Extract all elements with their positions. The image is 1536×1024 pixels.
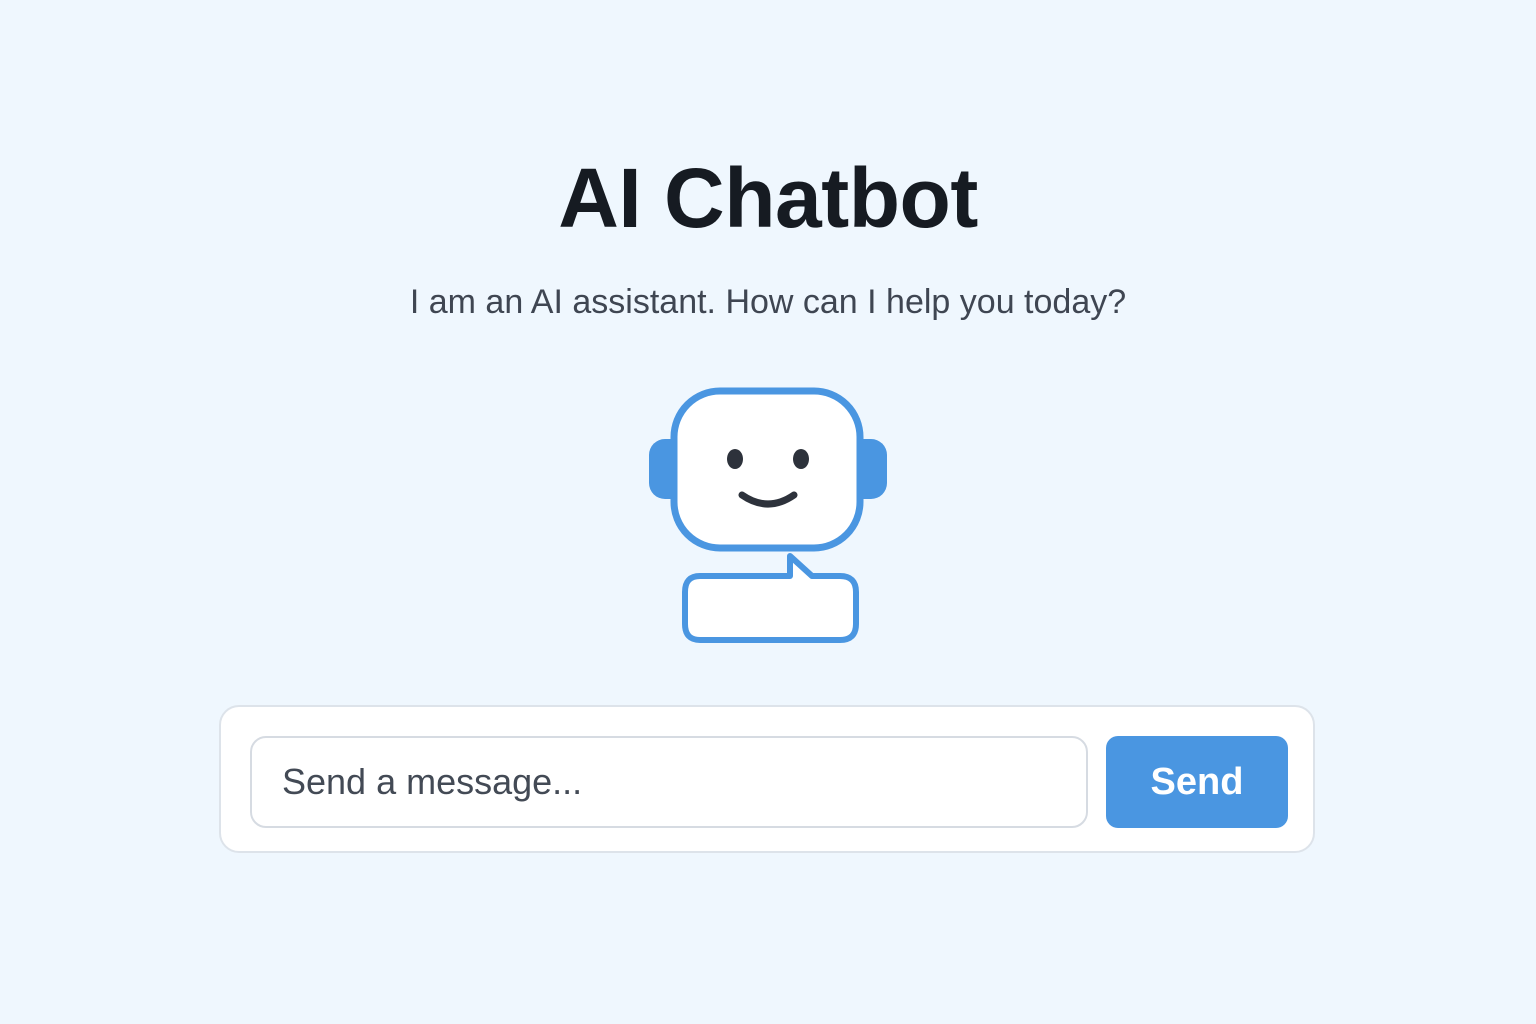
robot-chat-icon [640, 380, 900, 650]
robot-head [670, 387, 864, 552]
page-title: AI Chatbot [558, 151, 978, 245]
chatbot-page: AI Chatbot I am an AI assistant. How can… [0, 0, 1536, 1024]
message-input[interactable] [250, 736, 1088, 828]
page-subtitle: I am an AI assistant. How can I help you… [409, 283, 1127, 321]
speech-bubble [682, 553, 859, 643]
right-eye [793, 449, 809, 469]
send-button[interactable]: Send [1106, 736, 1288, 828]
left-eye [727, 449, 743, 469]
message-composer: Send [219, 705, 1315, 853]
